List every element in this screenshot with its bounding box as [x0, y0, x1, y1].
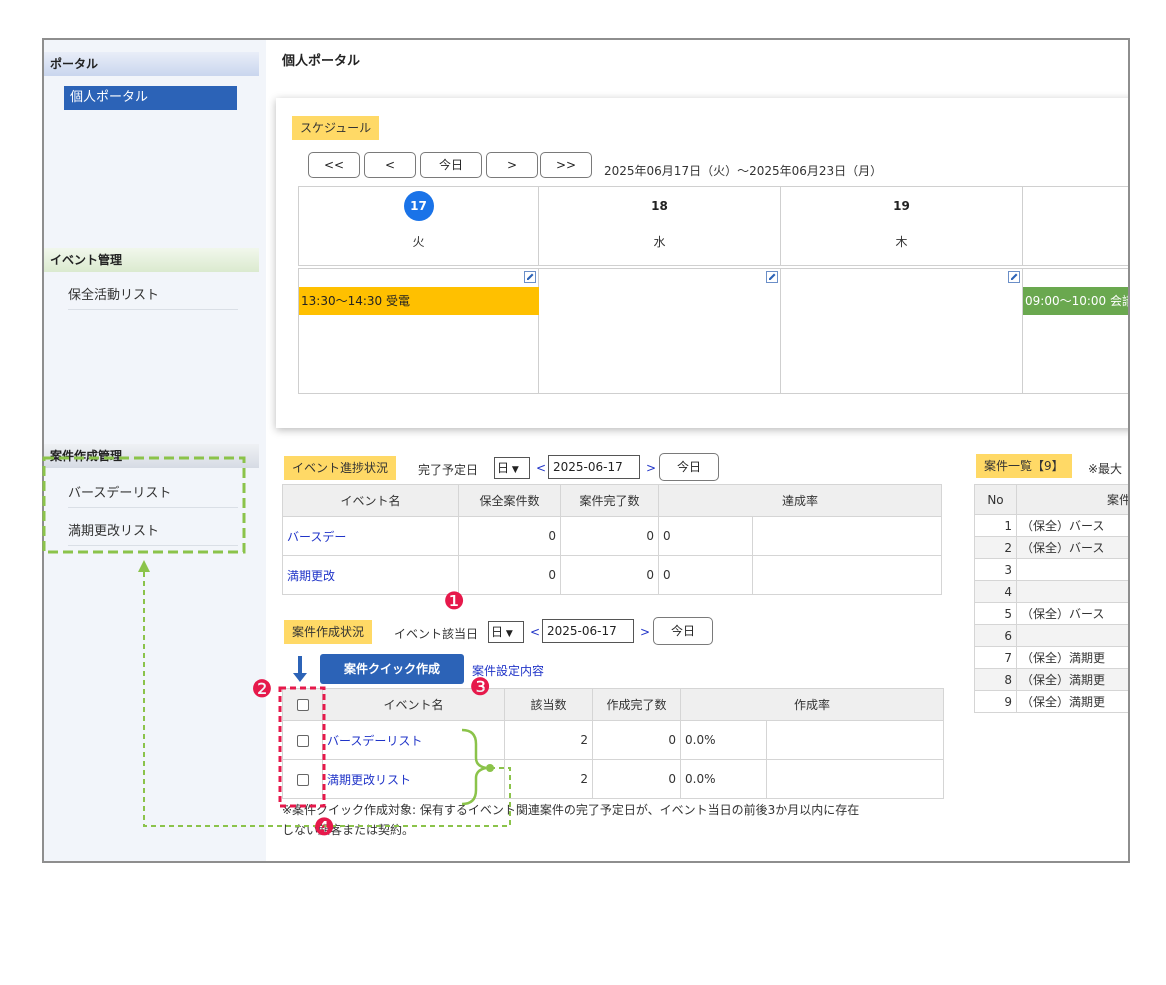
- day-header-20: [1023, 186, 1128, 266]
- event-progress-table: イベント名 保全案件数 案件完了数 達成率 バースデー 0 0 0 満期更改 0…: [282, 484, 942, 595]
- prev-date-link[interactable]: <: [536, 461, 546, 475]
- col-header: 保全案件数: [458, 484, 561, 517]
- col-header: 該当数: [504, 688, 593, 721]
- col-header: No: [974, 484, 1017, 515]
- event-link[interactable]: 満期更改リスト: [322, 759, 505, 799]
- sidebar-header-event: イベント管理: [44, 248, 259, 272]
- event-link[interactable]: バースデー: [282, 516, 459, 556]
- event-date-label: イベント該当日: [394, 627, 479, 641]
- next-week-button[interactable]: >>: [540, 152, 592, 178]
- arrow-down-icon: [293, 656, 307, 682]
- table-row: バースデーリスト 2 0 0.0%: [282, 720, 944, 760]
- day-cell-18[interactable]: [539, 268, 781, 394]
- edit-icon[interactable]: [524, 271, 536, 283]
- day-cell-20[interactable]: 09:00～10:00 会議: [1023, 268, 1128, 394]
- day-cell-19[interactable]: [781, 268, 1023, 394]
- table-row: 2 （保全）バース: [974, 536, 1128, 559]
- day-number: 19: [893, 199, 910, 213]
- schedule-label: スケジュール: [292, 116, 380, 140]
- table-row: 8 （保全）満期更: [974, 668, 1128, 691]
- case-list-note: ※最大: [1088, 462, 1123, 476]
- event-link[interactable]: 満期更改: [282, 555, 459, 595]
- table-row: 9 （保全）満期更: [974, 690, 1128, 713]
- schedule-panel: スケジュール << < 今日 > >> 2025年06月17日（火）～2025年…: [276, 98, 1128, 428]
- table-row: 6: [974, 624, 1128, 647]
- table-row: 5 （保全）バース: [974, 602, 1128, 625]
- unit-select[interactable]: 日 ▼: [494, 457, 530, 479]
- chevron-down-icon: ▼: [509, 465, 519, 475]
- quick-create-note: ※案件クイック作成対象: 保有するイベント関連案件の完了予定日が、イベント当日の…: [282, 803, 860, 837]
- quick-create-button[interactable]: 案件クイック作成: [320, 654, 464, 684]
- main-content: 個人ポータル スケジュール << < 今日 > >> 2025年06月17日（火…: [266, 40, 1128, 861]
- table-row: バースデー 0 0 0: [282, 516, 942, 556]
- event-today-button[interactable]: 今日: [659, 453, 719, 481]
- col-header: 案件完了数: [560, 484, 659, 517]
- next-date-link[interactable]: >: [640, 625, 650, 639]
- date-range: 2025年06月17日（火）～2025年06月23日（月）: [604, 164, 883, 178]
- case-list-table: No 案件グ 1（保全）バース 2（保全）バース 3 4 5（保全）バース 6 …: [974, 484, 1128, 713]
- sidebar: ポータル 個人ポータル イベント管理 保全活動リスト 案件作成管理 バースデーリ…: [44, 40, 266, 861]
- table-row: 満期更改リスト 2 0 0.0%: [282, 759, 944, 799]
- day-weekday: 水: [653, 235, 666, 249]
- edit-icon[interactable]: [766, 271, 778, 283]
- row-checkbox[interactable]: [296, 734, 309, 747]
- sidebar-item-maintenance-list[interactable]: 保全活動リスト: [68, 282, 238, 310]
- day-weekday: 木: [895, 235, 908, 249]
- schedule-event[interactable]: 09:00～10:00 会議: [1023, 287, 1128, 315]
- case-settings-link[interactable]: 案件設定内容: [472, 662, 544, 679]
- col-header: イベント名: [282, 484, 459, 517]
- sidebar-header-portal: ポータル: [44, 52, 259, 76]
- case-today-button[interactable]: 今日: [653, 617, 713, 645]
- day-number: 18: [651, 199, 668, 213]
- sidebar-header-case: 案件作成管理: [44, 444, 259, 468]
- col-header: 作成率: [680, 688, 944, 721]
- select-all-checkbox[interactable]: [296, 699, 309, 711]
- prev-date-link[interactable]: <: [530, 625, 540, 639]
- due-date-input[interactable]: 2025-06-17: [548, 455, 640, 479]
- day-header-19: 19 木: [781, 186, 1023, 266]
- next-day-button[interactable]: >: [486, 152, 538, 178]
- event-progress-label: イベント進捗状況: [284, 456, 397, 480]
- row-checkbox[interactable]: [296, 773, 309, 786]
- edit-icon[interactable]: [1008, 271, 1020, 283]
- day-header-18: 18 水: [539, 186, 781, 266]
- sidebar-item-personal-portal[interactable]: 個人ポータル: [64, 86, 237, 110]
- day-weekday: 火: [412, 235, 425, 249]
- sidebar-item-birthday-list[interactable]: バースデーリスト: [68, 480, 238, 508]
- table-row: 1 （保全）バース: [974, 514, 1128, 537]
- table-row: 4: [974, 580, 1128, 603]
- table-row: 7 （保全）満期更: [974, 646, 1128, 669]
- prev-week-button[interactable]: <<: [308, 152, 360, 178]
- col-header: イベント名: [322, 688, 505, 721]
- prev-day-button[interactable]: <: [364, 152, 416, 178]
- case-status-label: 案件作成状況: [284, 620, 373, 644]
- event-link[interactable]: バースデーリスト: [322, 720, 505, 760]
- sidebar-item-renewal-list[interactable]: 満期更改リスト: [68, 518, 238, 546]
- event-date-input[interactable]: 2025-06-17: [542, 619, 634, 643]
- day-cell-17[interactable]: 13:30～14:30 受電: [298, 268, 539, 394]
- chevron-down-icon: ▼: [503, 629, 513, 639]
- today-badge: 17: [403, 191, 434, 221]
- page-title: 個人ポータル: [282, 54, 361, 69]
- col-header: 達成率: [658, 484, 942, 517]
- case-list-label: 案件一覧【9】: [976, 454, 1072, 478]
- col-header: 作成完了数: [592, 688, 681, 721]
- day-header-17: 17 火: [298, 186, 539, 266]
- next-date-link[interactable]: >: [646, 461, 656, 475]
- today-button[interactable]: 今日: [420, 152, 482, 178]
- case-status-table: イベント名 該当数 作成完了数 作成率 バースデーリスト 2 0 0.0% 満期…: [282, 688, 944, 799]
- due-date-label: 完了予定日: [418, 463, 479, 477]
- table-row: 3: [974, 558, 1128, 581]
- app-window: ポータル 個人ポータル イベント管理 保全活動リスト 案件作成管理 バースデーリ…: [42, 38, 1130, 863]
- unit-select[interactable]: 日 ▼: [488, 621, 524, 643]
- table-row: 満期更改 0 0 0: [282, 555, 942, 595]
- schedule-event[interactable]: 13:30～14:30 受電: [299, 287, 539, 315]
- col-header: 案件グ: [1016, 484, 1128, 515]
